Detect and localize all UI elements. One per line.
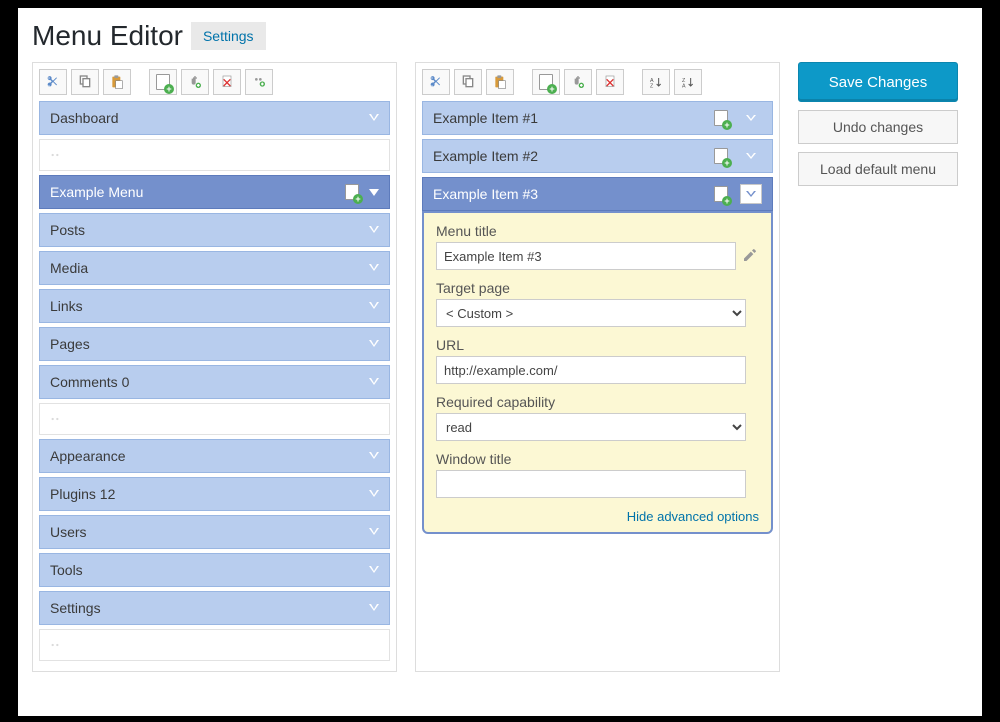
chevron-down-icon — [746, 191, 756, 197]
menu-item-label: Tools — [50, 562, 369, 578]
menu-item-label: Users — [50, 524, 369, 540]
undo-button[interactable]: Undo changes — [798, 110, 958, 144]
chevron-down-icon[interactable] — [369, 265, 379, 272]
chevron-down-icon[interactable] — [369, 227, 379, 234]
item-editor-panel: Menu title Target page < Custom > URL — [422, 211, 773, 534]
menu-item-label: Media — [50, 260, 369, 276]
action-sidebar: Save Changes Undo changes Load default m… — [798, 62, 958, 672]
chevron-down-icon[interactable] — [369, 189, 379, 196]
menu-item[interactable]: Settings — [39, 591, 390, 625]
chevron-down-icon[interactable] — [369, 567, 379, 574]
cut-icon[interactable] — [39, 69, 67, 95]
menu-item[interactable]: Tools — [39, 553, 390, 587]
expand-toggle[interactable] — [740, 108, 762, 128]
chevron-down-icon — [746, 115, 756, 121]
items-column: AZ ZA Example Item #1Example Item #2Exam… — [415, 62, 780, 672]
menu-item[interactable]: Example Menu — [39, 175, 390, 209]
submenu-item[interactable]: Example Item #1 — [422, 101, 773, 135]
save-button[interactable]: Save Changes — [798, 62, 958, 102]
svg-text:Z: Z — [650, 83, 654, 89]
chevron-down-icon[interactable] — [369, 491, 379, 498]
menu-item-label: Settings — [50, 600, 369, 616]
window-title-label: Window title — [436, 451, 759, 467]
page-title: Menu Editor — [32, 20, 183, 52]
menu-item[interactable]: Appearance — [39, 439, 390, 473]
menu-item[interactable]: Dashboard — [39, 101, 390, 135]
chevron-down-icon[interactable] — [369, 303, 379, 310]
menu-item-label: Links — [50, 298, 369, 314]
menu-item[interactable]: Media — [39, 251, 390, 285]
menu-item-label: Example Menu — [50, 184, 345, 200]
svg-text:A: A — [682, 83, 686, 89]
menu-item[interactable]: Pages — [39, 327, 390, 361]
hide-advanced-link[interactable]: Hide advanced options — [627, 509, 759, 524]
new-doc-icon — [714, 110, 728, 126]
load-default-button[interactable]: Load default menu — [798, 152, 958, 186]
new-plugin-icon[interactable] — [181, 69, 209, 95]
menu-column: Dashboard Example Menu Posts Media Links Page… — [32, 62, 397, 672]
toolbar-left — [39, 69, 390, 95]
window-title-field[interactable] — [436, 470, 746, 498]
copy-icon[interactable] — [71, 69, 99, 95]
delete-icon[interactable] — [596, 69, 624, 95]
expand-toggle[interactable] — [740, 146, 762, 166]
copy-icon[interactable] — [454, 69, 482, 95]
chevron-down-icon[interactable] — [369, 341, 379, 348]
submenu-item[interactable]: Example Item #3 — [422, 177, 773, 211]
menu-item-label: Comments 0 — [50, 374, 369, 390]
menu-item-label: Appearance — [50, 448, 369, 464]
menu-separator[interactable] — [39, 403, 390, 435]
edit-icon[interactable] — [742, 247, 758, 266]
new-doc-icon — [714, 148, 728, 164]
new-plugin-icon[interactable] — [564, 69, 592, 95]
menu-item[interactable]: Comments 0 — [39, 365, 390, 399]
capability-label: Required capability — [436, 394, 759, 410]
chevron-down-icon[interactable] — [369, 453, 379, 460]
submenu-item[interactable]: Example Item #2 — [422, 139, 773, 173]
new-menu-icon[interactable] — [149, 69, 177, 95]
menu-item[interactable]: Plugins 12 — [39, 477, 390, 511]
expand-toggle[interactable] — [740, 184, 762, 204]
chevron-down-icon — [746, 153, 756, 159]
chevron-down-icon[interactable] — [369, 605, 379, 612]
paste-icon[interactable] — [486, 69, 514, 95]
cut-icon[interactable] — [422, 69, 450, 95]
capability-select[interactable]: read — [436, 413, 746, 441]
menu-item[interactable]: Links — [39, 289, 390, 323]
submenu-item-label: Example Item #3 — [433, 186, 714, 202]
menu-title-field[interactable] — [436, 242, 736, 270]
toolbar-right: AZ ZA — [422, 69, 773, 95]
url-field[interactable] — [436, 356, 746, 384]
item-list: Example Item #1 Example Item #2 Example It… — [422, 101, 773, 534]
page: Menu Editor Settings Dashboard Example Me… — [18, 8, 982, 716]
menu-item-label: Plugins 12 — [50, 486, 369, 502]
url-label: URL — [436, 337, 759, 353]
new-item-icon[interactable] — [532, 69, 560, 95]
menu-separator[interactable] — [39, 139, 390, 171]
new-doc-icon — [345, 184, 359, 200]
menu-list: Dashboard Example Menu Posts Media Links Page… — [39, 101, 390, 661]
delete-icon[interactable] — [213, 69, 241, 95]
sort-asc-icon[interactable]: AZ — [642, 69, 670, 95]
menu-item[interactable]: Users — [39, 515, 390, 549]
add-separator-icon[interactable] — [245, 69, 273, 95]
menu-item[interactable]: Posts — [39, 213, 390, 247]
submenu-item-label: Example Item #1 — [433, 110, 714, 126]
menu-item-label: Posts — [50, 222, 369, 238]
submenu-item-label: Example Item #2 — [433, 148, 714, 164]
target-page-select[interactable]: < Custom > — [436, 299, 746, 327]
chevron-down-icon[interactable] — [369, 115, 379, 122]
new-doc-icon — [714, 186, 728, 202]
menu-title-label: Menu title — [436, 223, 759, 239]
chevron-down-icon[interactable] — [369, 379, 379, 386]
tab-settings[interactable]: Settings — [191, 22, 266, 50]
sort-desc-icon[interactable]: ZA — [674, 69, 702, 95]
menu-item-label: Pages — [50, 336, 369, 352]
target-page-label: Target page — [436, 280, 759, 296]
menu-item-label: Dashboard — [50, 110, 369, 126]
header: Menu Editor Settings — [32, 20, 968, 52]
menu-separator[interactable] — [39, 629, 390, 661]
paste-icon[interactable] — [103, 69, 131, 95]
chevron-down-icon[interactable] — [369, 529, 379, 536]
